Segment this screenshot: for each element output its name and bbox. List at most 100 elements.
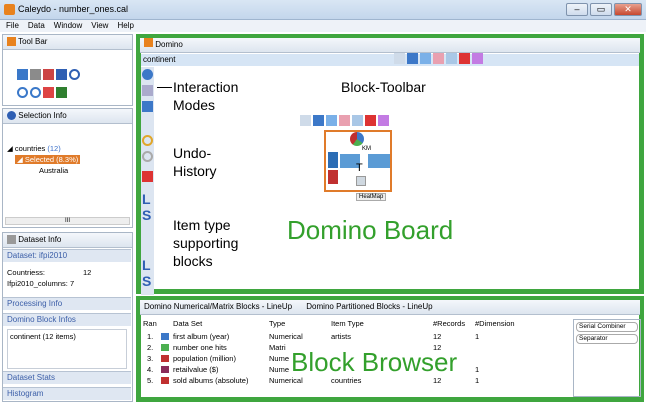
stratify-block-letter-2[interactable]: S xyxy=(142,273,151,289)
clear-icon[interactable] xyxy=(43,87,54,98)
menu-help[interactable]: Help xyxy=(117,21,133,30)
stratify-block-letter[interactable]: S xyxy=(142,207,151,223)
row-color-swatch xyxy=(161,355,169,362)
grid-icon[interactable] xyxy=(30,69,41,80)
save-icon[interactable] xyxy=(56,69,67,80)
tree-selected[interactable]: ◢ Selected (8.3%) xyxy=(15,155,81,164)
zoom-icon[interactable] xyxy=(446,53,457,64)
zoom-out-icon[interactable] xyxy=(30,87,41,98)
chart-icon[interactable] xyxy=(433,53,444,64)
caleydo-icon xyxy=(7,37,16,47)
block-link-icon[interactable] xyxy=(326,115,337,126)
block-browser: Domino Numerical/Matrix Blocks - LineUp … xyxy=(136,296,644,402)
block-stack-icon[interactable] xyxy=(313,115,324,126)
toolbar-tab[interactable]: Tool Bar xyxy=(3,35,132,50)
separator-item[interactable]: Separator xyxy=(576,334,638,344)
browser-tab-partitioned[interactable]: Domino Partitioned Blocks - LineUp xyxy=(306,302,432,311)
side-toolbar: L S L S xyxy=(141,67,154,295)
caleydo-logo-icon xyxy=(4,4,15,15)
search-icon[interactable] xyxy=(69,69,80,80)
tree-selected-count: (8.3%) xyxy=(56,155,79,164)
row-name: sold albums (absolute) xyxy=(173,376,249,385)
link-icon[interactable] xyxy=(420,53,431,64)
block-infos-header[interactable]: Domino Block Infos xyxy=(3,313,131,326)
col-type[interactable]: Type xyxy=(269,319,285,328)
countries-value: 12 xyxy=(83,268,92,277)
menu-view[interactable]: View xyxy=(91,21,108,30)
countries-label: Countriess: xyxy=(7,268,45,277)
interaction-mode-icon[interactable] xyxy=(142,69,153,80)
domino-block[interactable]: KM T xyxy=(324,130,392,192)
row-name: population (million) xyxy=(173,354,236,363)
histogram-header[interactable]: Histogram xyxy=(3,387,131,400)
settings-icon[interactable] xyxy=(472,53,483,64)
clear-history-icon[interactable] xyxy=(142,171,153,182)
row-dims: 1 xyxy=(475,365,480,374)
zoom-in-icon[interactable] xyxy=(17,87,28,98)
block-zoom-icon[interactable] xyxy=(352,115,363,126)
domino-icon xyxy=(144,38,153,47)
menu-data[interactable]: Data xyxy=(28,21,45,30)
t-label: T xyxy=(356,162,363,174)
browser-tab-numerical[interactable]: Domino Numerical/Matrix Blocks - LineUp xyxy=(144,302,292,311)
tree-countries[interactable]: ◢ countries (12) xyxy=(7,144,61,153)
import-icon[interactable] xyxy=(43,69,54,80)
dataset-tab[interactable]: Dataset Info xyxy=(3,233,132,248)
heatmap-icon[interactable] xyxy=(356,176,366,186)
selection-tab[interactable]: Selection Info xyxy=(3,109,132,124)
tree-selected-label: Selected xyxy=(24,155,55,164)
close-button[interactable]: ✕ xyxy=(614,3,642,16)
table-row[interactable]: 1. first album (year) Numerical artists 12 1 xyxy=(141,331,561,342)
layout-icon[interactable] xyxy=(56,87,67,98)
block-settings-icon[interactable] xyxy=(378,115,389,126)
col-dims[interactable]: #Dimension xyxy=(475,319,515,328)
menu-file[interactable]: File xyxy=(6,21,19,30)
row-color-swatch xyxy=(161,366,169,373)
col-rank[interactable]: Ran xyxy=(143,319,157,328)
block-sort-icon[interactable] xyxy=(300,115,311,126)
sort-icon[interactable] xyxy=(394,53,405,64)
processing-info-header[interactable]: Processing Info xyxy=(3,297,131,310)
annotation-supporting: supporting xyxy=(173,235,239,251)
km-label: KM xyxy=(362,146,371,152)
breadcrumb: continent xyxy=(141,54,639,66)
col-dataset[interactable]: Data Set xyxy=(173,319,202,328)
dataset-tab-label: Dataset Info xyxy=(18,235,62,244)
dataset-section-header[interactable]: Dataset: ifpi2010 xyxy=(3,249,131,262)
selection-panel: Selection Info ◢ countries (12) ◢ Select… xyxy=(2,108,133,228)
pie-chart-icon[interactable] xyxy=(350,132,364,146)
info-icon xyxy=(7,111,16,121)
stack-icon[interactable] xyxy=(407,53,418,64)
annotation-interaction: Interaction xyxy=(173,79,239,95)
top-block-toolbar xyxy=(394,53,485,66)
maximize-button[interactable]: ▭ xyxy=(590,3,612,16)
domino-tab[interactable]: Domino xyxy=(140,38,640,53)
undo-icon[interactable] xyxy=(142,135,153,146)
tree-australia[interactable]: Australia xyxy=(39,166,68,175)
row-type: Numerical xyxy=(269,332,303,341)
col-itemtype[interactable]: Item Type xyxy=(331,319,364,328)
redo-icon[interactable] xyxy=(142,151,153,162)
dataset-stats-header[interactable]: Dataset Stats xyxy=(3,371,131,384)
open-icon[interactable] xyxy=(17,69,28,80)
block-left-bar xyxy=(328,152,338,168)
mode2-icon[interactable] xyxy=(142,85,153,96)
combiner-list: Serial Combiner Separator xyxy=(573,319,641,397)
annotation-block-toolbar: Block-Toolbar xyxy=(341,79,426,95)
block-chart-icon[interactable] xyxy=(339,115,350,126)
block-remove-icon[interactable] xyxy=(365,115,376,126)
lineup-block-letter-2[interactable]: L xyxy=(142,257,151,273)
minimize-button[interactable]: – xyxy=(566,3,588,16)
window-title: Caleydo - number_ones.cal xyxy=(18,4,129,14)
horizontal-scrollbar[interactable]: III xyxy=(5,217,130,225)
row-name: number one hits xyxy=(173,343,227,352)
menu-window[interactable]: Window xyxy=(54,21,82,30)
row-color-swatch xyxy=(161,333,169,340)
mode3-icon[interactable] xyxy=(142,101,153,112)
lineup-block-letter[interactable]: L xyxy=(142,191,151,207)
serial-combiner-item[interactable]: Serial Combiner xyxy=(576,322,638,332)
remove-icon[interactable] xyxy=(459,53,470,64)
database-icon xyxy=(7,235,16,245)
col-records[interactable]: #Records xyxy=(433,319,465,328)
row-type: Nume xyxy=(269,354,290,363)
